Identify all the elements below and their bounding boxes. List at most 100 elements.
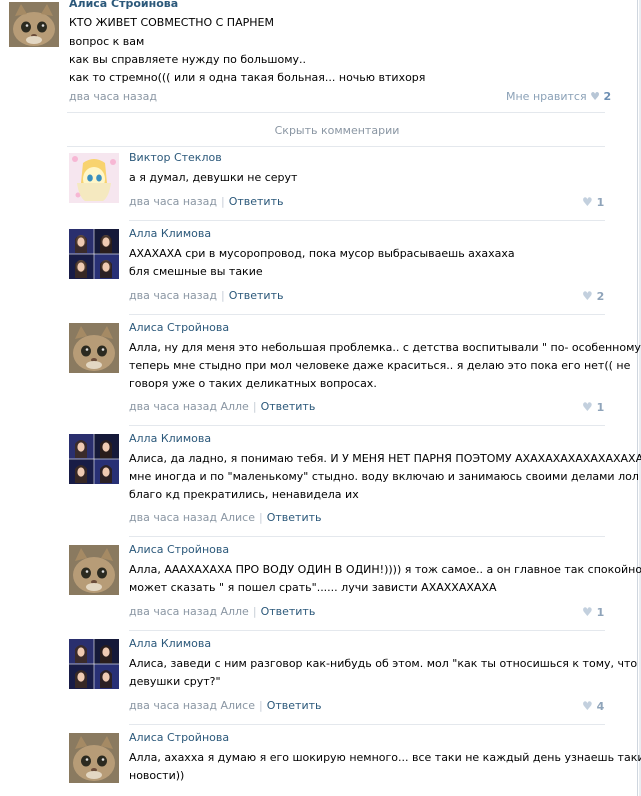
comment-author[interactable]: Алиса Стройнова — [129, 321, 229, 334]
comment-timestamp[interactable]: два часа назад — [129, 195, 217, 208]
reply-link[interactable]: Ответить — [261, 605, 316, 618]
comment-item: Алла Климова Алиса, да ладно, я понимаю … — [0, 432, 641, 539]
comment-like-count: 4 — [596, 700, 605, 713]
post-timestamp[interactable]: два часа назад — [69, 90, 157, 103]
comment-timestamp[interactable]: два часа назад Алле — [129, 605, 249, 618]
post-like-label: Мне нравится — [506, 90, 587, 103]
avatar[interactable] — [69, 153, 119, 203]
comment-like-button[interactable]: ♥ 1 — [582, 195, 604, 209]
comment-item: Алиса Стройнова Алла, ахахха я думаю я е… — [0, 731, 641, 796]
comment-meta: два часа назад Алисе | Ответить — [129, 511, 321, 524]
girl-collage-avatar-image — [69, 639, 119, 689]
comment-text-line: Алиса, заведи с ним разговор как-нибудь … — [129, 657, 638, 670]
comment-timestamp[interactable]: два часа назад Алисе — [129, 699, 255, 712]
comment-text-line: может сказать " я пошел срать"...... луч… — [129, 581, 497, 594]
post-text-line: как то стремно((( или я одна такая больн… — [69, 71, 426, 84]
comment-text: Алла, АААХАХАХА ПРО ВОДУ ОДИН В ОДИН!)))… — [129, 561, 641, 597]
cat-avatar-image — [69, 733, 119, 783]
meta-divider: | — [259, 699, 263, 712]
heart-icon: ♥ — [582, 400, 593, 414]
meta-divider: | — [252, 400, 257, 413]
meta-divider: | — [252, 605, 257, 618]
comment-text: Алла, ахахха я думаю я его шокирую немно… — [129, 749, 641, 785]
comment-like-count: 1 — [596, 606, 605, 619]
comment-text-line: говоря уже о таких деликатных вопросах. — [129, 377, 377, 390]
comment-timestamp[interactable]: два часа назад — [129, 289, 217, 302]
girl-collage-avatar-image — [69, 434, 119, 484]
comment-like-button[interactable]: ♥ 2 — [582, 289, 604, 303]
comment-text-line: Алиса, да ладно, я понимаю тебя. И У МЕН… — [129, 452, 641, 465]
comment-item: Алиса Стройнова Алла, АААХАХАХА ПРО ВОДУ… — [0, 543, 641, 633]
comment-text-line: мне иногда и по "маленькому" стыдно. вод… — [129, 470, 639, 483]
reply-link[interactable]: Ответить — [229, 289, 284, 302]
comment-text-line: бля смешные вы такие — [129, 265, 263, 278]
post-text-line: как вы справляете нужду по большому.. — [69, 53, 306, 66]
post-author-name[interactable]: Алиса Стройнова — [69, 0, 178, 10]
post-like-count: 2 — [603, 90, 612, 103]
divider — [129, 536, 605, 537]
post-text-line: КТО ЖИВЕТ СОВМЕСТНО С ПАРНЕМ — [69, 16, 274, 29]
comment-timestamp[interactable]: два часа назад Алисе — [129, 511, 255, 524]
comment-text-line: Алла, ну для меня это небольшая проблемк… — [129, 341, 641, 354]
comment-meta: два часа назад Алле | Ответить — [129, 400, 315, 413]
post-author-avatar[interactable] — [9, 2, 59, 47]
comment-meta: два часа назад | Ответить — [129, 289, 283, 302]
comment-text: Алиса, заведи с ним разговор как-нибудь … — [129, 655, 637, 691]
meta-divider: | — [220, 289, 225, 302]
divider — [129, 425, 605, 426]
avatar[interactable] — [69, 434, 119, 484]
avatar[interactable] — [69, 229, 119, 279]
divider — [67, 112, 605, 113]
comment-timestamp[interactable]: два часа назад Алле — [129, 400, 249, 413]
avatar[interactable] — [69, 545, 119, 595]
cat-avatar-image — [69, 323, 119, 373]
comment-like-button[interactable]: ♥ 1 — [582, 605, 604, 619]
comment-author[interactable]: Виктор Стеклов — [129, 151, 222, 164]
reply-link[interactable]: Ответить — [267, 511, 322, 524]
comment-text-line: теперь мне стыдно при мол человеке даже … — [129, 359, 631, 372]
comment-text-line: Алла, АААХАХАХА ПРО ВОДУ ОДИН В ОДИН!)))… — [129, 563, 641, 576]
divider — [129, 630, 605, 631]
comment-text-line: АХАХАХА сри в мусоропровод, пока мусор в… — [129, 247, 515, 260]
meta-divider: | — [220, 195, 225, 208]
page-right-border — [637, 0, 638, 796]
comment-author[interactable]: Алиса Стройнова — [129, 731, 229, 744]
comment-text-line: благо кд прекратились, ненавидела их — [129, 488, 359, 501]
comment-like-count: 1 — [596, 401, 605, 414]
comment-meta: два часа назад Алле | Ответить — [129, 605, 315, 618]
comment-text: а я думал, девушки не серут — [129, 169, 297, 187]
comment-author[interactable]: Алла Климова — [129, 227, 211, 240]
comment-text: Алла, ну для меня это небольшая проблемк… — [129, 339, 641, 393]
comment-author[interactable]: Алла Климова — [129, 637, 211, 650]
avatar[interactable] — [69, 323, 119, 373]
comment-meta: два часа назад Алисе | Ответить — [129, 699, 321, 712]
avatar[interactable] — [69, 733, 119, 783]
comment-author[interactable]: Алиса Стройнова — [129, 543, 229, 556]
comment-author[interactable]: Алла Климова — [129, 432, 211, 445]
comment-item: Алла Климова АХАХАХА сри в мусоропровод,… — [0, 227, 637, 317]
pony-avatar-image — [69, 153, 119, 203]
reply-link[interactable]: Ответить — [261, 400, 316, 413]
divider — [129, 724, 605, 725]
comment-like-button[interactable]: ♥ 4 — [582, 699, 604, 713]
heart-icon: ♥ — [582, 699, 593, 713]
heart-icon: ♥ — [582, 289, 593, 303]
comment-like-button[interactable]: ♥ 1 — [582, 400, 604, 414]
meta-divider: | — [259, 511, 263, 524]
divider — [67, 146, 605, 147]
cat-avatar-image — [69, 545, 119, 595]
avatar[interactable] — [69, 639, 119, 689]
hide-comments-link[interactable]: Скрыть комментарии — [0, 124, 641, 137]
post-text-line: вопрос к вам — [69, 35, 145, 48]
post-like-button[interactable]: Мне нравится ♥ 2 — [506, 90, 611, 103]
reply-link[interactable]: Ответить — [229, 195, 284, 208]
comment-item: Алла Климова Алиса, заведи с ним разгово… — [0, 637, 637, 727]
comment-text: Алиса, да ладно, я понимаю тебя. И У МЕН… — [129, 450, 641, 504]
comment-text-line: новости)) — [129, 769, 185, 782]
comment-text: АХАХАХА сри в мусоропровод, пока мусор в… — [129, 245, 515, 281]
comment-like-count: 2 — [596, 290, 605, 303]
girl-collage-avatar-image — [69, 229, 119, 279]
comment-item: Виктор Стеклов а я думал, девушки не сер… — [0, 151, 637, 223]
divider — [129, 314, 605, 315]
reply-link[interactable]: Ответить — [267, 699, 322, 712]
